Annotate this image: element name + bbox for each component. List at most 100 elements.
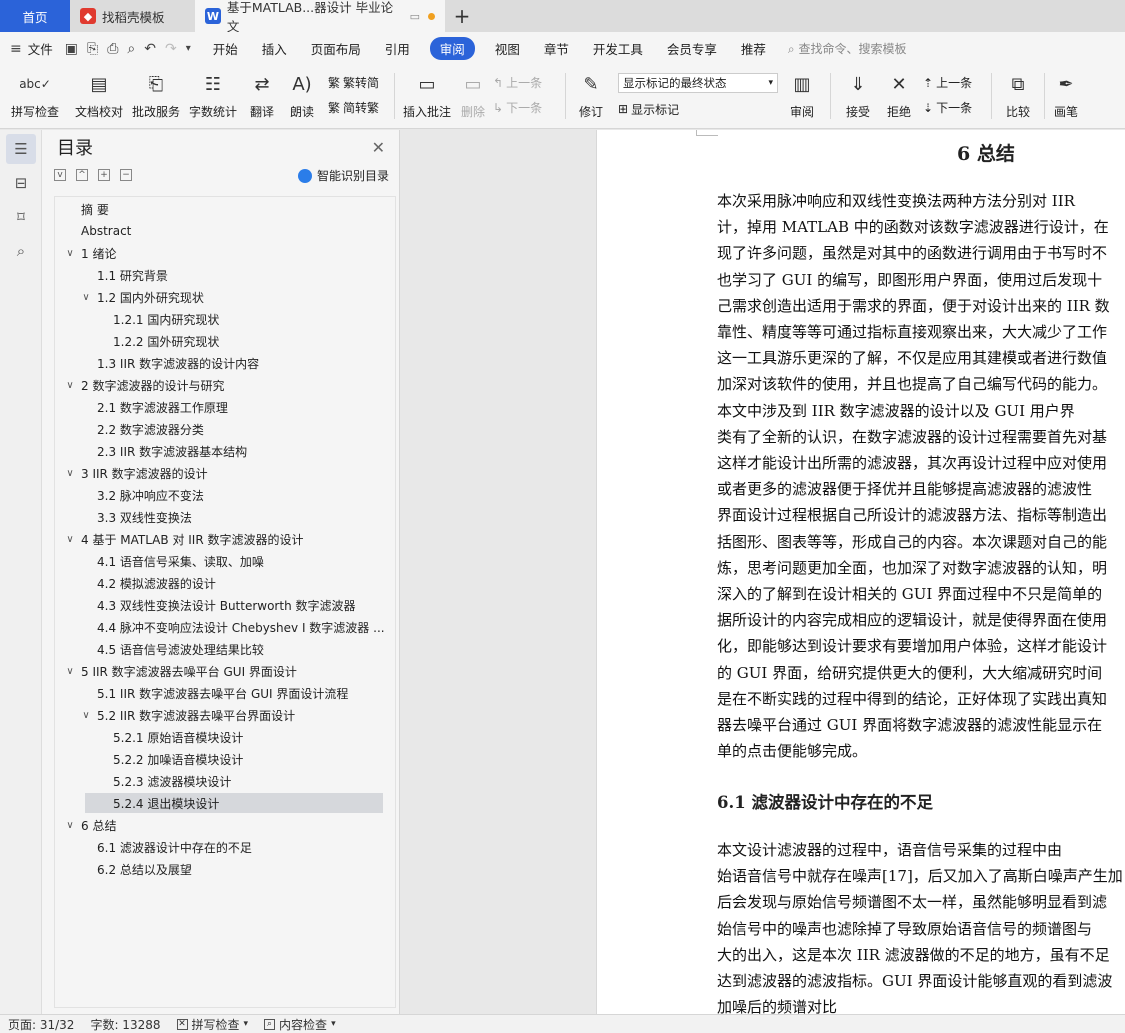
spell-check-status[interactable]: ✕ 拼写检查 ▾: [176, 1016, 248, 1033]
prev-revision-button[interactable]: ⇡ 上一条: [923, 74, 985, 91]
collapse-all-icon[interactable]: ^: [76, 169, 88, 181]
close-icon[interactable]: ✕: [372, 138, 385, 157]
toc-item[interactable]: ∨ 3 IIR 数字滤波器的设计: [55, 463, 395, 483]
reject-button[interactable]: ✕ 拒绝: [879, 65, 919, 129]
toc-item[interactable]: 3.3 双线性变换法: [55, 507, 395, 527]
menu-developer[interactable]: 开发工具: [593, 39, 643, 58]
preview-icon[interactable]: ⌕: [127, 41, 135, 57]
toc-panel-icon[interactable]: ☰: [6, 134, 36, 164]
menu-chapter[interactable]: 章节: [544, 39, 569, 58]
review-service-button[interactable]: ⎗ 批改服务: [128, 65, 184, 129]
to-traditional-button[interactable]: 繁繁转简: [328, 74, 388, 91]
save-icon[interactable]: ▣: [65, 41, 78, 57]
spellcheck-button[interactable]: abc✓ 拼写检查: [0, 65, 70, 129]
toc-item[interactable]: 2.3 IIR 数字滤波器基本结构: [55, 441, 395, 461]
menu-layout[interactable]: 页面布局: [311, 39, 361, 58]
pen-button[interactable]: ✒ 画笔: [1051, 65, 1081, 129]
redo-icon[interactable]: ↷: [165, 41, 177, 57]
toc-item[interactable]: 2.2 数字滤波器分类: [55, 419, 395, 439]
translate-button[interactable]: ⇄ 翻译: [242, 65, 282, 129]
chevron-down-icon[interactable]: ∨: [63, 534, 77, 545]
accept-button[interactable]: ⇓ 接受: [837, 65, 879, 129]
more-icon[interactable]: ▾: [186, 43, 191, 54]
toc-item[interactable]: 3.2 脉冲响应不变法: [55, 485, 395, 505]
toc-item[interactable]: ∨ 2 数字滤波器的设计与研究: [55, 375, 395, 395]
review-pane-button[interactable]: ▥ 审阅: [780, 65, 824, 129]
page-indicator[interactable]: 页面: 31/32: [8, 1016, 74, 1033]
toc-item[interactable]: 5.2.3 滤波器模块设计: [55, 771, 395, 791]
menu-review[interactable]: 审阅: [429, 37, 475, 60]
toc-item[interactable]: 6.1 滤波器设计中存在的不足: [55, 837, 395, 857]
markup-select[interactable]: 显示标记的最终状态 ▾: [618, 72, 778, 93]
show-markup-button[interactable]: ⊞ 显示标记: [618, 101, 780, 118]
window-icon[interactable]: ▭: [410, 10, 420, 23]
menu-view[interactable]: 视图: [495, 39, 520, 58]
command-search[interactable]: ⌕ 查找命令、搜索模板: [788, 40, 907, 57]
chapter-nav-icon[interactable]: ⊟: [6, 168, 36, 198]
toc-item[interactable]: ∨ 5.2 IIR 数字滤波器去噪平台界面设计: [55, 705, 395, 725]
smart-toc-button[interactable]: 智能识别目录: [297, 167, 389, 184]
menu-member[interactable]: 会员专享: [667, 39, 717, 58]
chevron-down-icon[interactable]: ∨: [63, 468, 77, 479]
tab-docer-templates[interactable]: ◆ 找稻壳模板: [70, 0, 195, 32]
toc-item[interactable]: 摘 要: [55, 199, 395, 219]
toc-item[interactable]: 2.1 数字滤波器工作原理: [55, 397, 395, 417]
toc-item[interactable]: 1.3 IIR 数字滤波器的设计内容: [55, 353, 395, 373]
bookmark-icon[interactable]: ⌑: [6, 202, 36, 232]
hamburger-icon[interactable]: ≡: [10, 41, 22, 57]
menu-recommend[interactable]: 推荐: [741, 39, 766, 58]
delete-comment-button[interactable]: ▭ 删除: [453, 65, 493, 129]
toc-item[interactable]: 5.2.4 退出模块设计: [85, 793, 383, 813]
export-icon[interactable]: ⎘: [87, 41, 98, 57]
chevron-down-icon[interactable]: ∨: [63, 666, 77, 677]
chevron-down-icon[interactable]: ∨: [63, 248, 77, 259]
chevron-down-icon[interactable]: ∨: [63, 380, 77, 391]
toc-item[interactable]: 5.2.2 加噪语音模块设计: [55, 749, 395, 769]
toc-item[interactable]: ∨ 5 IIR 数字滤波器去噪平台 GUI 界面设计: [55, 661, 395, 681]
content-check-status[interactable]: ⌕ 内容检查 ▾: [264, 1016, 336, 1033]
toc-item[interactable]: 4.4 脉冲不变响应法设计 Chebyshev I 数字滤波器 ...: [55, 617, 395, 637]
revise-button[interactable]: ✎ 修订: [572, 65, 610, 129]
toc-item[interactable]: ∨ 4 基于 MATLAB 对 IIR 数字滤波器的设计: [55, 529, 395, 549]
new-tab-button[interactable]: +: [445, 0, 479, 32]
next-comment-button[interactable]: ↳ 下一条: [493, 99, 559, 116]
toc-item[interactable]: 4.5 语音信号滤波处理结果比较: [55, 639, 395, 659]
file-menu[interactable]: 文件: [28, 39, 53, 58]
toc-item[interactable]: 4.1 语音信号采集、读取、加噪: [55, 551, 395, 571]
add-level-icon[interactable]: +: [98, 169, 110, 181]
print-icon[interactable]: ⎙: [107, 41, 118, 57]
toc-item[interactable]: 1.2.1 国内研究现状: [55, 309, 395, 329]
word-count-button[interactable]: ☷ 字数统计: [184, 65, 242, 129]
chevron-down-icon[interactable]: ∨: [79, 292, 93, 303]
document-page[interactable]: 6 总结 6.1 滤波器设计中存在的不足 本次采用脉冲响应和双线性变换法两种方法…: [596, 130, 1125, 1014]
toc-item[interactable]: 5.2.1 原始语音模块设计: [55, 727, 395, 747]
chevron-down-icon[interactable]: ∨: [63, 820, 77, 831]
toc-item[interactable]: ∨ 1 绪论: [55, 243, 395, 263]
doc-check-button[interactable]: ▤ 文档校对: [70, 65, 128, 129]
toc-item[interactable]: 4.2 模拟滤波器的设计: [55, 573, 395, 593]
search-icon[interactable]: ⌕: [6, 236, 36, 266]
toc-item[interactable]: ∨ 1.2 国内外研究现状: [55, 287, 395, 307]
toc-item[interactable]: 6.2 总结以及展望: [55, 859, 395, 879]
expand-all-icon[interactable]: v: [54, 169, 66, 181]
toc-item[interactable]: 5.1 IIR 数字滤波器去噪平台 GUI 界面设计流程: [55, 683, 395, 703]
to-simplified-button[interactable]: 繁简转繁: [328, 99, 388, 116]
menu-reference[interactable]: 引用: [385, 39, 410, 58]
menu-insert[interactable]: 插入: [262, 39, 287, 58]
undo-icon[interactable]: ↶: [144, 41, 156, 57]
tab-document[interactable]: W 基于MATLAB...器设计 毕业论文 ▭: [195, 0, 445, 34]
toc-item[interactable]: 1.1 研究背景: [55, 265, 395, 285]
toc-item[interactable]: 1.2.2 国外研究现状: [55, 331, 395, 351]
remove-level-icon[interactable]: −: [120, 169, 132, 181]
menu-start[interactable]: 开始: [213, 39, 238, 58]
toc-item[interactable]: 4.3 双线性变换法设计 Butterworth 数字滤波器: [55, 595, 395, 615]
toc-item[interactable]: Abstract: [55, 221, 395, 241]
insert-comment-button[interactable]: ▭ 插入批注: [401, 65, 453, 129]
read-aloud-button[interactable]: A) 朗读: [282, 65, 322, 129]
compare-button[interactable]: ⧉ 比较: [998, 65, 1038, 129]
prev-comment-button[interactable]: ↰ 上一条: [493, 74, 559, 91]
toc-item[interactable]: ∨ 6 总结: [55, 815, 395, 835]
next-revision-button[interactable]: ⇣ 下一条: [923, 99, 985, 116]
chevron-down-icon[interactable]: ∨: [79, 710, 93, 721]
word-count-indicator[interactable]: 字数: 13288: [90, 1016, 160, 1033]
